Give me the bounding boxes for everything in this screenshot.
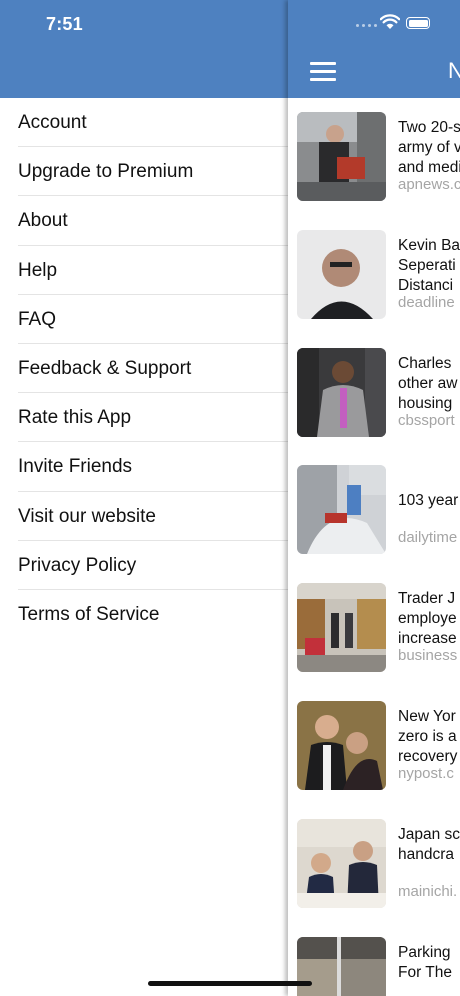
news-card[interactable]: Parking For The (288, 923, 460, 996)
article-headline: Trader J employe increase (398, 590, 457, 648)
article-source: nypost.c (398, 764, 454, 782)
menu-item-visit-website[interactable]: Visit our website (0, 492, 288, 541)
news-card[interactable]: 103 year dailytime (288, 451, 460, 569)
menu-item-faq[interactable]: FAQ (0, 295, 288, 345)
hamburger-menu-icon[interactable] (310, 62, 336, 82)
news-card[interactable]: New Yor zero is a recovery nypost.c (288, 687, 460, 805)
drawer-menu: Account Upgrade to Premium About Help FA… (0, 98, 288, 639)
menu-item-account[interactable]: Account (0, 98, 288, 148)
article-source: mainichi. (398, 882, 458, 900)
article-source: apnews.c (398, 176, 460, 193)
app-header: N (288, 0, 460, 98)
article-headline: New Yor zero is a recovery (398, 707, 458, 765)
article-headline: 103 year (398, 492, 459, 510)
news-card[interactable]: Two 20-s army of v and medi apnews.c (288, 98, 460, 216)
article-thumbnail (297, 818, 386, 908)
menu-item-privacy-policy[interactable]: Privacy Policy (0, 541, 288, 591)
article-thumbnail (297, 229, 386, 319)
article-source: cbssport (398, 411, 455, 429)
news-card[interactable]: Kevin Ba Seperati Distanci deadline (288, 216, 460, 334)
main-panel[interactable]: N Two 20-s army of v and medi apnews.c K… (288, 0, 460, 996)
article-headline: Parking For The (398, 943, 452, 981)
cellular-signal-icon (356, 24, 378, 28)
article-source: deadline (398, 293, 455, 311)
article-thumbnail (297, 347, 386, 437)
news-card[interactable]: Japan sc handcra mainichi. (288, 805, 460, 923)
menu-item-terms-of-service[interactable]: Terms of Service (0, 590, 288, 639)
side-drawer: 7:51 Account Upgrade to Premium About He… (0, 0, 288, 996)
header-title: N (448, 58, 460, 83)
menu-item-help[interactable]: Help (0, 246, 288, 295)
status-time: 7:51 (46, 14, 83, 34)
menu-item-rate-app[interactable]: Rate this App (0, 393, 288, 443)
news-feed: Two 20-s army of v and medi apnews.c Kev… (288, 98, 460, 996)
home-indicator (148, 981, 312, 986)
article-headline: Two 20-s army of v and medi (398, 119, 460, 176)
menu-item-about[interactable]: About (0, 196, 288, 246)
battery-icon (406, 17, 430, 29)
article-thumbnail (297, 936, 386, 996)
article-thumbnail (297, 583, 386, 673)
wifi-icon (380, 14, 400, 29)
article-source: dailytime (398, 529, 458, 547)
menu-item-invite-friends[interactable]: Invite Friends (0, 442, 288, 492)
news-card[interactable]: Trader J employe increase business (288, 569, 460, 687)
article-headline: Kevin Ba Seperati Distanci (398, 236, 460, 294)
news-card[interactable]: Charles other aw housing cbssport (288, 334, 460, 452)
article-headline: Charles other aw housing (398, 354, 458, 412)
menu-item-upgrade-premium[interactable]: Upgrade to Premium (0, 147, 288, 197)
menu-item-feedback-support[interactable]: Feedback & Support (0, 344, 288, 394)
article-thumbnail (297, 112, 386, 201)
article-thumbnail (297, 465, 386, 555)
article-thumbnail (297, 700, 386, 790)
article-headline: Japan sc handcra (398, 825, 460, 863)
article-source: business (398, 647, 458, 665)
drawer-header: 7:51 (0, 0, 288, 98)
